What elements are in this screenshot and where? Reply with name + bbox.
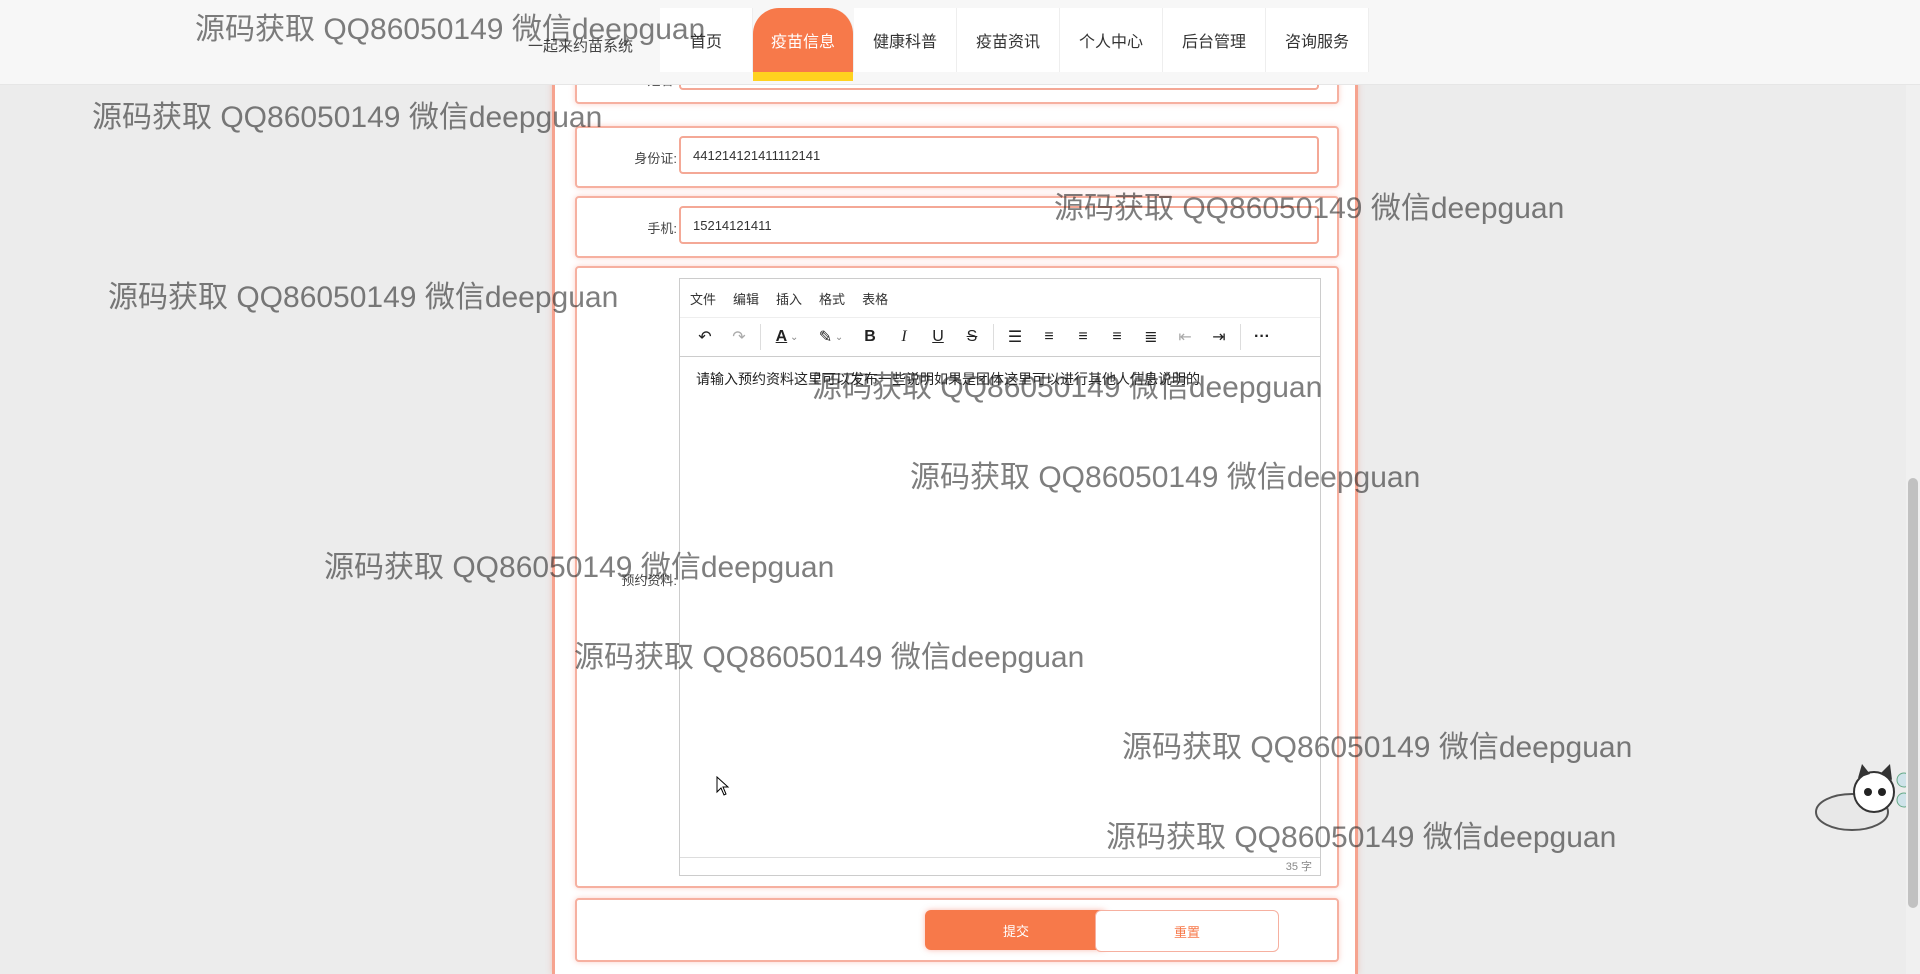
id-label: 身份证: — [634, 151, 677, 166]
toolbar-divider — [993, 324, 994, 350]
word-count: 35 字 — [680, 857, 1320, 875]
indent-icon[interactable]: ⇥ — [1202, 322, 1236, 352]
text-color-icon[interactable]: A ⌄ — [765, 322, 809, 352]
nav-item-vaccine-info[interactable]: 疫苗信息 — [753, 8, 854, 81]
reset-button[interactable]: 重置 — [1095, 910, 1279, 952]
underline-icon[interactable]: U — [921, 322, 955, 352]
site-name: 一起来约苗系统 — [528, 38, 634, 55]
scrollbar-thumb[interactable] — [1908, 478, 1918, 908]
toolbar-divider — [1240, 324, 1241, 350]
outdent-icon[interactable]: ⇤ — [1168, 322, 1202, 352]
nav-item-consulting[interactable]: 咨询服务 — [1266, 8, 1369, 72]
form-row-actions: 提交 重置 — [575, 898, 1339, 962]
undo-icon[interactable]: ↶ — [688, 322, 722, 352]
nav-item-admin[interactable]: 后台管理 — [1163, 8, 1266, 72]
italic-icon[interactable]: I — [887, 322, 921, 352]
remark-label: 预约资料: — [621, 573, 677, 588]
mouse-cursor-icon — [716, 776, 730, 796]
redo-icon[interactable]: ↷ — [722, 322, 756, 352]
align-center-icon[interactable]: ≡ — [1066, 322, 1100, 352]
nav-item-health[interactable]: 健康科普 — [854, 8, 957, 72]
menu-table[interactable]: 表格 — [862, 289, 888, 308]
nav-item-home[interactable]: 首页 — [660, 8, 753, 72]
booking-form-panel: 姓名: 王飞 身份证: 441214121411112141 手机: 15214… — [552, 40, 1358, 974]
rich-text-editor[interactable]: 文件 编辑 插入 格式 表格 ↶ ↷ A ⌄ ✎ ⌄ B I U S ☰ ≡ ≡ — [679, 278, 1321, 876]
phone-input[interactable]: 15214121411 — [679, 206, 1319, 244]
line-height-icon[interactable]: ☰ — [998, 322, 1032, 352]
align-right-icon[interactable]: ≡ — [1100, 322, 1134, 352]
highlight-icon[interactable]: ✎ ⌄ — [809, 322, 853, 352]
menu-format[interactable]: 格式 — [819, 289, 845, 308]
editor-menubar: 文件 编辑 插入 格式 表格 — [680, 279, 1320, 318]
id-input[interactable]: 441214121411112141 — [679, 136, 1319, 174]
editor-toolbar: ↶ ↷ A ⌄ ✎ ⌄ B I U S ☰ ≡ ≡ ≡ ≣ ⇤ ⇥ ··· — [680, 318, 1320, 357]
watermark: 源码获取 QQ86050149 微信deepguan — [92, 101, 603, 134]
align-justify-icon[interactable]: ≣ — [1134, 322, 1168, 352]
bold-icon[interactable]: B — [853, 322, 887, 352]
more-icon[interactable]: ··· — [1245, 322, 1279, 352]
watermark: 源码获取 QQ86050149 微信deepguan — [108, 281, 619, 314]
page-scrollbar[interactable] — [1906, 0, 1920, 974]
main-nav: 首页 疫苗信息 健康科普 疫苗资讯 个人中心 后台管理 咨询服务 — [660, 8, 1369, 82]
phone-label: 手机: — [647, 221, 677, 236]
menu-file[interactable]: 文件 — [690, 289, 716, 308]
submit-button[interactable]: 提交 — [925, 910, 1107, 950]
mascot-widget-icon[interactable] — [1812, 764, 1912, 834]
form-row-id: 身份证: 441214121411112141 — [575, 126, 1339, 188]
menu-edit[interactable]: 编辑 — [733, 289, 759, 308]
form-row-remark: 预约资料: 文件 编辑 插入 格式 表格 ↶ ↷ A ⌄ ✎ ⌄ B I U S… — [575, 266, 1339, 888]
align-left-icon[interactable]: ≡ — [1032, 322, 1066, 352]
nav-item-vaccine-news[interactable]: 疫苗资讯 — [957, 8, 1060, 72]
menu-insert[interactable]: 插入 — [776, 289, 802, 308]
nav-item-personal-center[interactable]: 个人中心 — [1060, 8, 1163, 72]
top-nav-bar: 一起来约苗系统 首页 疫苗信息 健康科普 疫苗资讯 个人中心 后台管理 咨询服务 — [0, 0, 1920, 85]
strikethrough-icon[interactable]: S — [955, 322, 989, 352]
toolbar-divider — [760, 324, 761, 350]
form-row-phone: 手机: 15214121411 — [575, 196, 1339, 258]
editor-content[interactable]: 请输入预约资料这里可以发布一些说明如果是团体这里可以进行其他人信息说明的 — [680, 357, 1320, 401]
